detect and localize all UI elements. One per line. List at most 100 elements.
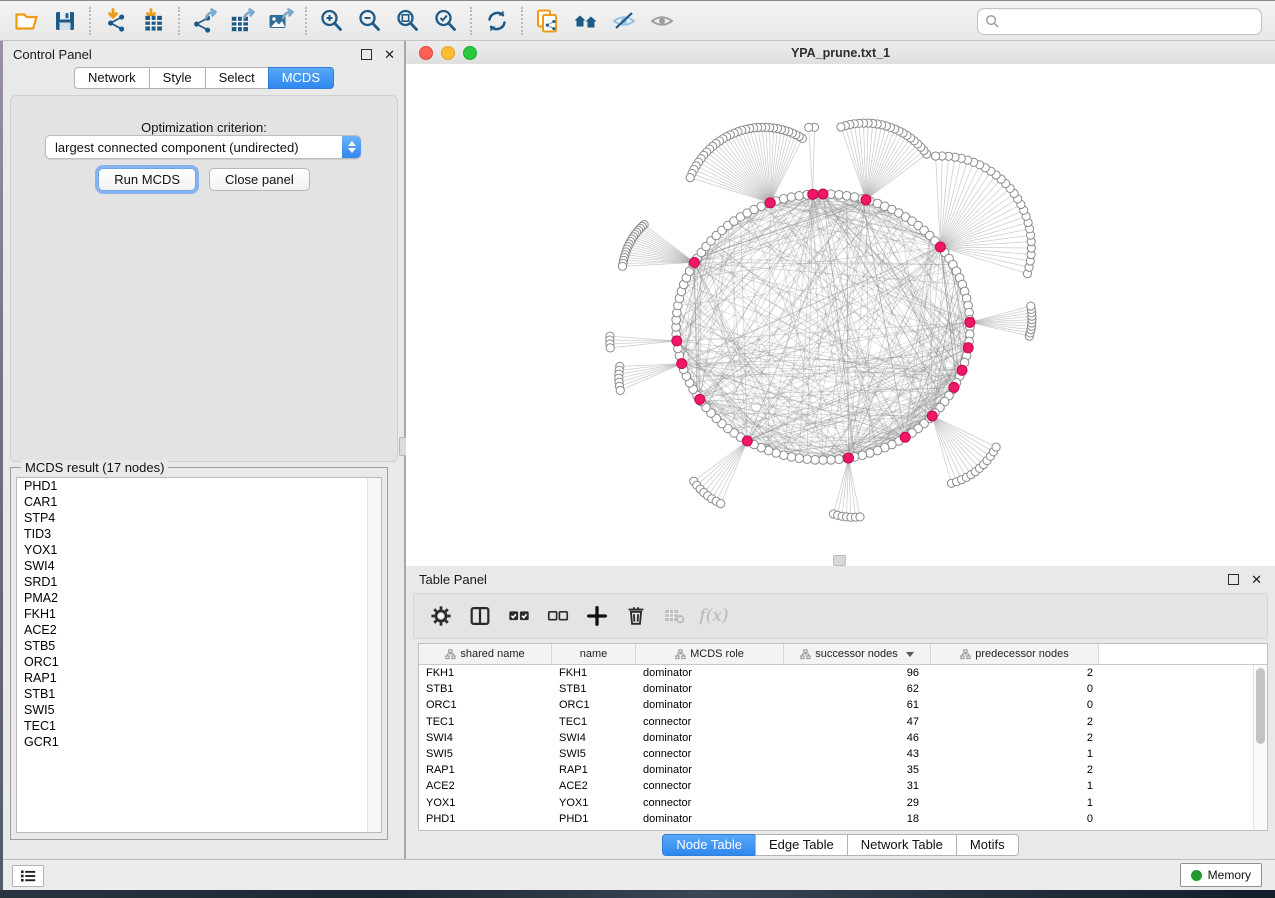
search-input[interactable] [1000, 12, 1261, 32]
table-row[interactable]: TEC1TEC1connector472 [419, 714, 1267, 730]
dominator-node[interactable] [672, 336, 682, 346]
table-cell[interactable]: 47 [784, 716, 931, 728]
graph-node[interactable] [795, 454, 804, 463]
save-session-button[interactable] [46, 5, 84, 37]
graph-node[interactable] [856, 513, 864, 521]
mcds-result-item[interactable]: ORC1 [17, 654, 381, 670]
table-cell[interactable]: SWI5 [419, 748, 552, 760]
graph-node[interactable] [795, 192, 804, 201]
table-cell[interactable]: SWI4 [419, 732, 552, 744]
dominator-node[interactable] [818, 189, 828, 199]
open-file-button[interactable] [8, 5, 46, 37]
table-cell[interactable]: ACE2 [419, 780, 552, 792]
graph-node[interactable] [837, 123, 845, 131]
dominator-node[interactable] [742, 436, 752, 446]
table-row[interactable]: SWI5SWI5connector431 [419, 746, 1267, 762]
mcds-result-list[interactable]: PHD1CAR1STP4TID3YOX1SWI4SRD1PMA2FKH1ACE2… [16, 477, 382, 833]
table-cell[interactable]: dominator [636, 699, 784, 711]
table-cell[interactable]: dominator [636, 667, 784, 679]
graph-node[interactable] [858, 451, 867, 460]
graph-node[interactable] [618, 262, 626, 270]
table-row[interactable]: ACE2ACE2connector311 [419, 778, 1267, 794]
function-builder-button[interactable]: f(x) [699, 601, 729, 631]
table-tab-network-table[interactable]: Network Table [847, 834, 957, 856]
graph-node[interactable] [805, 123, 813, 131]
graph-node[interactable] [606, 344, 614, 352]
table-row[interactable]: ORC1ORC1dominator610 [419, 697, 1267, 713]
delete-table-button[interactable] [660, 601, 690, 631]
table-cell[interactable]: FKH1 [419, 667, 552, 679]
column-header-MCDS-role[interactable]: MCDS role [636, 644, 784, 664]
add-column-button[interactable] [582, 601, 612, 631]
column-header-predecessor-nodes[interactable]: predecessor nodes [931, 644, 1099, 664]
export-table-button[interactable] [224, 5, 262, 37]
table-cell[interactable]: FKH1 [552, 667, 636, 679]
tab-select[interactable]: Select [205, 67, 269, 89]
table-cell[interactable]: connector [636, 797, 784, 809]
dominator-node[interactable] [957, 365, 967, 375]
table-cell[interactable]: RAP1 [419, 764, 552, 776]
export-network-button[interactable] [186, 5, 224, 37]
graph-node[interactable] [835, 191, 844, 200]
table-cell[interactable]: 2 [931, 667, 1099, 679]
graph-node[interactable] [811, 456, 820, 465]
table-cell[interactable]: dominator [636, 813, 784, 825]
table-cell[interactable]: dominator [636, 764, 784, 776]
table-cell[interactable]: SWI5 [552, 748, 636, 760]
mcds-result-item[interactable]: STP4 [17, 510, 381, 526]
copy-style-button[interactable] [529, 5, 567, 37]
graph-node[interactable] [835, 455, 844, 464]
settings-gear-button[interactable] [426, 601, 456, 631]
dominator-node[interactable] [808, 189, 818, 199]
graph-node[interactable] [932, 152, 940, 160]
table-row[interactable]: SWI4SWI4dominator462 [419, 730, 1267, 746]
table-cell[interactable]: 43 [784, 748, 931, 760]
table-cell[interactable]: ORC1 [419, 699, 552, 711]
table-cell[interactable]: 35 [784, 764, 931, 776]
refresh-button[interactable] [478, 5, 516, 37]
graph-node[interactable] [827, 456, 836, 465]
task-history-button[interactable] [12, 865, 44, 887]
table-cell[interactable]: 2 [931, 716, 1099, 728]
mcds-result-item[interactable]: TEC1 [17, 718, 381, 734]
dominator-node[interactable] [861, 195, 871, 205]
mcds-result-item[interactable]: YOX1 [17, 542, 381, 558]
table-close-icon[interactable]: ✕ [1251, 573, 1262, 586]
mcds-result-item[interactable]: STB5 [17, 638, 381, 654]
canvas-splitter-handle[interactable] [833, 555, 846, 566]
criterion-dropdown[interactable]: largest connected component (undirected) [45, 135, 361, 159]
dominator-node[interactable] [689, 258, 699, 268]
mcds-result-item[interactable]: GCR1 [17, 734, 381, 750]
graph-node[interactable] [843, 192, 852, 201]
column-header-shared-name[interactable]: shared name [419, 644, 552, 664]
zoom-in-button[interactable] [313, 5, 351, 37]
delete-column-button[interactable] [621, 601, 651, 631]
graph-node[interactable] [850, 193, 859, 202]
mcds-result-item[interactable]: SRD1 [17, 574, 381, 590]
select-all-button[interactable] [504, 601, 534, 631]
table-cell[interactable]: 2 [931, 732, 1099, 744]
zoom-selected-button[interactable] [427, 5, 465, 37]
table-row[interactable]: RAP1RAP1dominator352 [419, 762, 1267, 778]
graph-node[interactable] [779, 195, 788, 204]
table-cell[interactable]: 29 [784, 797, 931, 809]
table-tab-motifs[interactable]: Motifs [956, 834, 1019, 856]
zoom-fit-button[interactable] [389, 5, 427, 37]
graph-node[interactable] [803, 455, 812, 464]
column-header-successor-nodes[interactable]: successor nodes [784, 644, 931, 664]
dominator-node[interactable] [695, 394, 705, 404]
graph-node[interactable] [787, 193, 796, 202]
graph-node[interactable] [1027, 302, 1035, 310]
table-cell[interactable]: 0 [931, 699, 1099, 711]
table-row[interactable]: STB1STB1dominator620 [419, 681, 1267, 697]
table-cell[interactable]: connector [636, 748, 784, 760]
table-tab-edge-table[interactable]: Edge Table [755, 834, 848, 856]
table-row[interactable]: YOX1YOX1connector291 [419, 795, 1267, 811]
dominator-node[interactable] [935, 242, 945, 252]
table-cell[interactable]: 0 [931, 813, 1099, 825]
show-hide-columns-button[interactable] [465, 601, 495, 631]
import-network-button[interactable] [97, 5, 135, 37]
dominator-node[interactable] [963, 343, 973, 353]
dominator-node[interactable] [900, 432, 910, 442]
close-panel-icon[interactable]: ✕ [384, 48, 395, 61]
